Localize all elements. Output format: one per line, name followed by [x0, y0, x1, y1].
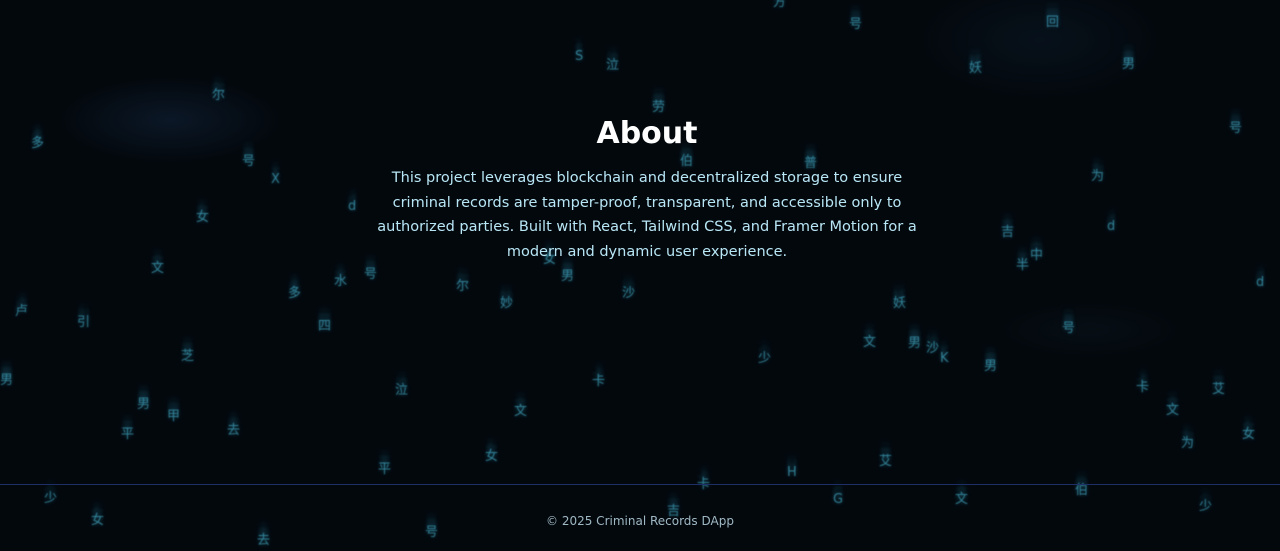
- about-heading: About: [596, 116, 698, 151]
- rain-glyph: 少: [1199, 499, 1213, 514]
- rain-glyph: 劳: [652, 100, 666, 115]
- rain-glyph: S: [575, 49, 584, 64]
- rain-glyph: 文: [955, 492, 969, 507]
- rain-glyph: 沙: [926, 341, 940, 356]
- rain-glyph: 男: [1122, 57, 1136, 72]
- rain-glyph: 芝: [181, 349, 195, 364]
- rain-glyph: 去: [227, 423, 241, 438]
- rain-glyph: 号: [364, 267, 378, 282]
- rain-glyph: d: [1256, 275, 1265, 290]
- rain-glyph: 号: [1062, 321, 1076, 336]
- rain-glyph: 少: [758, 351, 772, 366]
- rain-glyph: 妖: [893, 296, 907, 311]
- rain-glyph: 文: [863, 335, 877, 350]
- rain-glyph: 男: [0, 373, 14, 388]
- rain-glyph: 艾: [879, 454, 893, 469]
- rain-glyph: G: [833, 492, 844, 507]
- rain-glyph: 女: [1242, 427, 1256, 442]
- rain-glyph: 沙: [622, 286, 636, 301]
- rain-glyph: 卡: [1136, 380, 1150, 395]
- about-page: 方 号 回 S 泣 妖 男 尔 劳 号 多 号 X 伯 普 为 d 女 吉 d …: [0, 0, 1280, 551]
- rain-glyph: 引: [77, 315, 91, 330]
- rain-glyph: 回: [1046, 15, 1060, 30]
- footer-copyright: © 2025 Criminal Records DApp: [546, 514, 734, 528]
- rain-glyph: 妖: [969, 61, 983, 76]
- rain-glyph: 甲: [167, 409, 181, 424]
- rain-glyph: 泣: [606, 58, 620, 73]
- rain-glyph: 四: [318, 319, 332, 334]
- rain-glyph: 文: [514, 404, 528, 419]
- rain-glyph: 男: [561, 269, 575, 284]
- footer-divider: [0, 484, 1280, 485]
- matrix-rain-background: 方 号 回 S 泣 妖 男 尔 劳 号 多 号 X 伯 普 为 d 女 吉 d …: [0, 0, 1280, 551]
- rain-glyph: 号: [849, 17, 863, 32]
- rain-glyph: 伯: [1075, 483, 1089, 498]
- rain-glyph: 男: [908, 336, 922, 351]
- rain-glyph: 平: [121, 427, 135, 442]
- rain-glyph: 文: [1166, 403, 1180, 418]
- rain-glyph: 女: [485, 449, 499, 464]
- rain-glyph: 方: [773, 0, 787, 10]
- rain-glyph: 尔: [456, 279, 470, 294]
- rain-glyph: 男: [137, 397, 151, 412]
- rain-glyph: K: [940, 351, 949, 366]
- rain-glyph: 卢: [15, 304, 29, 319]
- rain-glyph: 水: [334, 274, 348, 289]
- rain-glyph: 艾: [1212, 382, 1226, 397]
- rain-glyph: 少: [44, 491, 58, 506]
- about-section: About This project leverages blockchain …: [0, 114, 1280, 264]
- rain-glyph: 去: [257, 533, 271, 548]
- rain-glyph: 多: [288, 286, 302, 301]
- rain-glyph: 平: [378, 462, 392, 477]
- rain-glyph: 妙: [500, 296, 514, 311]
- rain-glyph: 卡: [592, 374, 606, 389]
- rain-glyph: H: [787, 465, 797, 480]
- about-description: This project leverages blockchain and de…: [377, 170, 917, 260]
- rain-glyph: 泣: [395, 383, 409, 398]
- rain-glyph: 男: [984, 359, 998, 374]
- rain-glyph: 尔: [212, 88, 226, 103]
- rain-glyph: 为: [1181, 436, 1195, 451]
